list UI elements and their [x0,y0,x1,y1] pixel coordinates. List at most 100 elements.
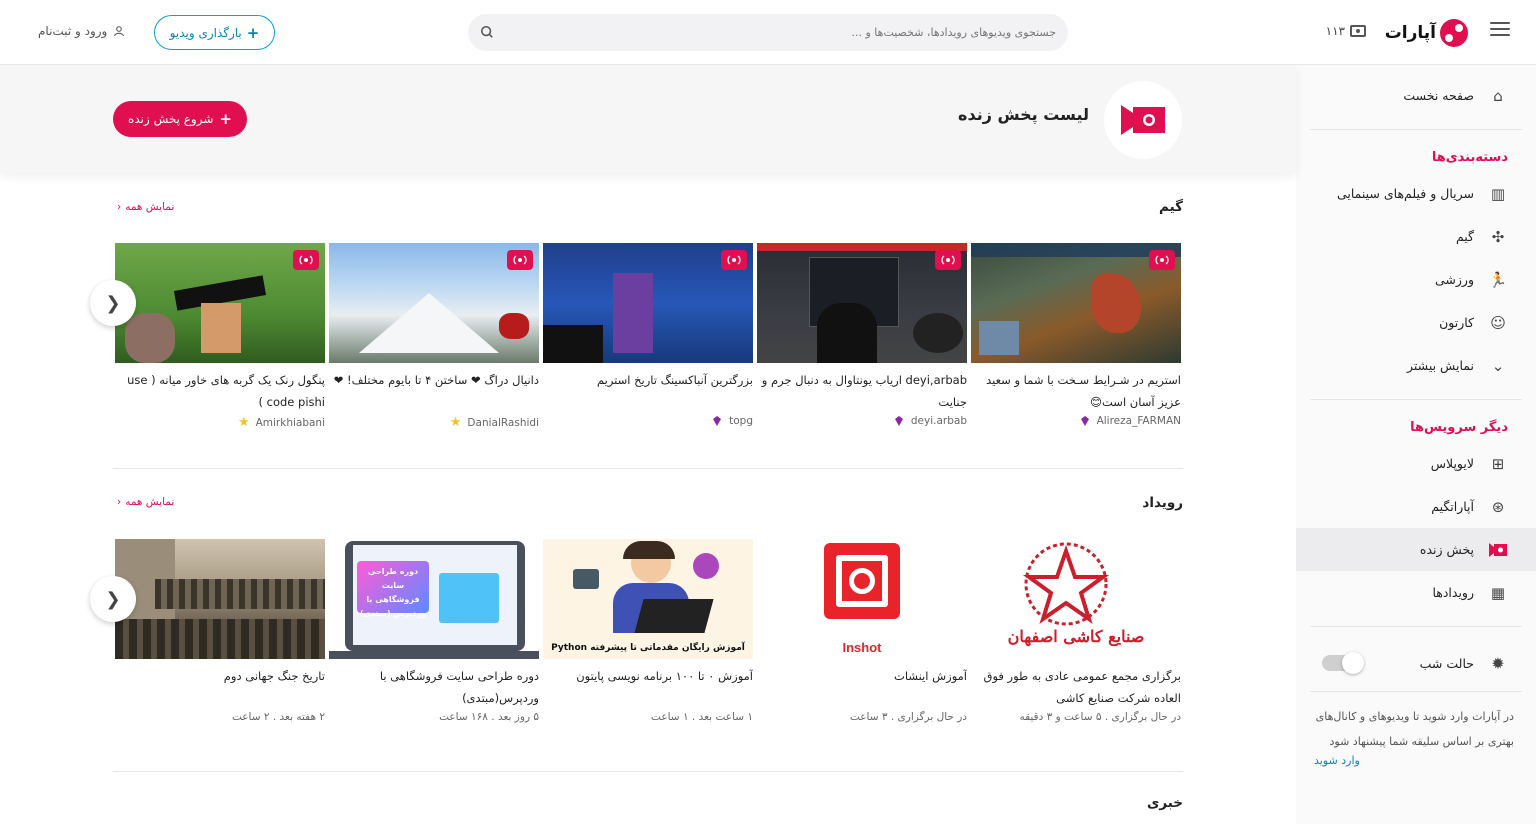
logo[interactable]: آپارات [1385,18,1468,48]
event-title[interactable]: تاریخ جنگ جهانی دوم [115,665,325,709]
services-heading: دیگر سرویس‌ها [1410,419,1508,435]
sidebar-item-label: کارتون [1439,315,1474,330]
channel-name: topg [729,415,753,427]
sidebar-item-liveplus[interactable]: ⊞ لایوپلاس [1296,442,1536,485]
search-input[interactable] [468,14,1068,51]
start-live-button[interactable]: + شروع پخش زنده [113,101,247,137]
channel-info[interactable]: topg [543,415,753,427]
event-card[interactable]: Inshot آموزش اینشات در حال برگزاری . ۳ س… [757,539,967,723]
night-mode-row: ✹ حالت شب [1296,639,1536,687]
start-live-label: شروع پخش زنده [128,112,214,126]
plus-icon: + [246,23,260,42]
live-indicator-icon [507,250,533,270]
upload-video-button[interactable]: + بارگذاری ویدیو [154,15,275,50]
live-card[interactable]: پنگول رنک یک گربه های خاور میانه ( use c… [115,243,325,430]
sidebar-item-label: لایوپلاس [1430,456,1474,471]
chevron-down-icon: ⌄ [1491,356,1505,375]
live-indicator-icon [293,250,319,270]
night-mode-label: حالت شب [1419,655,1474,671]
video-title[interactable]: بزرگترین آنباکسینگ تاریخ استریم [543,369,753,413]
event-thumbnail[interactable]: دوره طراحی سایت فروشگاهی با وردپرس (مبتد… [329,539,539,659]
event-card[interactable]: تاریخ جنگ جهانی دوم ۲ هفته بعد . ۲ ساعت [115,539,325,723]
login-link[interactable]: وارد شوید [1296,754,1536,767]
sidebar-item-game[interactable]: ✣ گیم [1296,215,1536,258]
channel-info[interactable]: Amirkhiabani ★ [115,415,325,430]
sidebar-item-cartoon[interactable]: ☺ کارتون [1296,301,1536,344]
sidebar-item-aparatgame[interactable]: ⊛ آپاراتگیم [1296,485,1536,528]
live-card[interactable]: استریم در شـرایط سـخت با شما و سعید عزیز… [971,243,1181,427]
sidebar-item-live[interactable]: پخش زنده [1296,528,1536,571]
event-meta: در حال برگزاری . ۳ ساعت [849,711,967,723]
page-header: لیست پخش زنده + شروع پخش زنده [0,65,1296,173]
show-all-game[interactable]: نمایش همه ‹ [117,201,174,213]
aparat-logo-icon [1440,19,1468,47]
sidebar-item-label: سریال و فیلم‌های سینمایی [1336,186,1474,201]
event-thumbnail[interactable] [115,539,325,659]
video-title[interactable]: دانیال دراگ ❤ ساختن ۴ تا بایوم مختلف! ❤ [329,369,539,413]
gem-icon [894,416,903,426]
live-count[interactable]: ۱۱۳ [1326,24,1366,38]
event-card[interactable]: آموزش رایگان مقدماتی تا پیشرفته Python آ… [543,539,753,723]
chevron-left-icon: ❮ [105,292,121,314]
channel-info[interactable]: DanialRashidi ★ [329,415,539,430]
login-button[interactable]: ورود و ثبت‌نام [38,24,125,38]
cartoon-icon: ☺ [1490,313,1506,332]
channel-info[interactable]: Alireza_FARMAN [971,415,1181,427]
sidebar-item-label: رویدادها [1432,585,1474,600]
event-thumbnail[interactable]: Inshot [757,539,967,659]
live-indicator-icon [721,250,747,270]
event-title[interactable]: برگزاری مجمع عمومی عادی به طور فوق العاد… [971,665,1181,709]
sidebar: ⌂ صفحه نخست دسته‌بندی‌ها ▥ سریال و فیلم‌… [1296,65,1536,824]
video-thumbnail[interactable] [971,243,1181,363]
event-title[interactable]: آموزش اینشات [757,665,967,709]
video-title[interactable]: deyi,arbab اریاب یونتاوال به دنبال جرم و… [757,369,967,413]
live-count-value: ۱۱۳ [1325,24,1345,38]
search-icon[interactable] [480,25,494,39]
video-thumbnail[interactable] [757,243,967,363]
video-thumbnail[interactable] [543,243,753,363]
sidebar-item-sports[interactable]: 🏃 ورزشی [1296,258,1536,301]
home-icon: ⌂ [1493,86,1503,105]
show-all-event[interactable]: نمایش همه ‹ [117,496,174,508]
event-title[interactable]: دوره طراحی سایت فروشگاهی با وردپرس(مبتدی… [329,665,539,709]
event-card[interactable]: دوره طراحی سایت فروشگاهی با وردپرس (مبتد… [329,539,539,723]
sidebar-item-home[interactable]: ⌂ صفحه نخست [1296,74,1536,117]
inshot-logo-text: Inshot [842,640,882,655]
film-icon: ▥ [1490,184,1506,203]
video-thumbnail[interactable] [329,243,539,363]
event-thumbnail[interactable]: آموزش رایگان مقدماتی تا پیشرفته Python [543,539,753,659]
sidebar-item-events[interactable]: ▦ رویدادها [1296,571,1536,614]
top-header: آپارات ۱۱۳ + بارگذاری ویدیو ورود و ثبت‌ن… [0,0,1536,65]
calendar-icon: ▦ [1490,583,1506,602]
live-card[interactable]: بزرگترین آنباکسینگ تاریخ استریم topg [543,243,753,427]
running-icon: 🏃 [1488,270,1508,289]
sidebar-item-label: پخش زنده [1419,542,1474,557]
sidebar-item-label: نمایش بیشتر [1407,358,1474,373]
login-prompt-text: در آپارات وارد شوید تا ویدیوهای و کانال‌… [1315,710,1514,748]
event-thumbnail[interactable]: صنایع کاشی اصفهان [971,539,1181,659]
section-divider [113,468,1183,469]
sidebar-item-series[interactable]: ▥ سریال و فیلم‌های سینمایی [1296,172,1536,215]
sidebar-divider [1310,626,1522,627]
event-card[interactable]: صنایع کاشی اصفهان برگزاری مجمع عمومی عاد… [971,539,1181,723]
carousel-next-button[interactable]: ❮ [90,576,136,622]
chevron-left-icon: ❮ [105,588,121,610]
live-icon [1488,540,1508,560]
sidebar-item-label: آپاراتگیم [1431,499,1474,514]
sidebar-item-show-more[interactable]: ⌄ نمایش بیشتر [1296,344,1536,387]
video-title[interactable]: استریم در شـرایط سـخت با شما و سعید عزیز… [971,369,1181,413]
wordpress-banner-text: دوره طراحی سایت فروشگاهی با وردپرس (مبتد… [359,567,427,618]
live-indicator-icon [1149,250,1175,270]
menu-icon[interactable] [1490,22,1510,42]
channel-info[interactable]: deyi.arbab [757,415,967,427]
live-card[interactable]: deyi,arbab اریاب یونتاوال به دنبال جرم و… [757,243,967,427]
event-title[interactable]: آموزش ۰ تا ۱۰۰ برنامه نویسی پایتون [543,665,753,709]
video-thumbnail[interactable] [115,243,325,363]
section-title-news: خبری [1146,795,1183,811]
carousel-next-button[interactable]: ❮ [90,280,136,326]
video-title[interactable]: پنگول رنک یک گربه های خاور میانه ( use c… [115,369,325,413]
night-mode-toggle[interactable] [1322,652,1364,674]
live-card[interactable]: دانیال دراگ ❤ ساختن ۴ تا بایوم مختلف! ❤ … [329,243,539,430]
plus-icon: + [219,110,232,128]
live-camera-icon [1350,25,1366,37]
